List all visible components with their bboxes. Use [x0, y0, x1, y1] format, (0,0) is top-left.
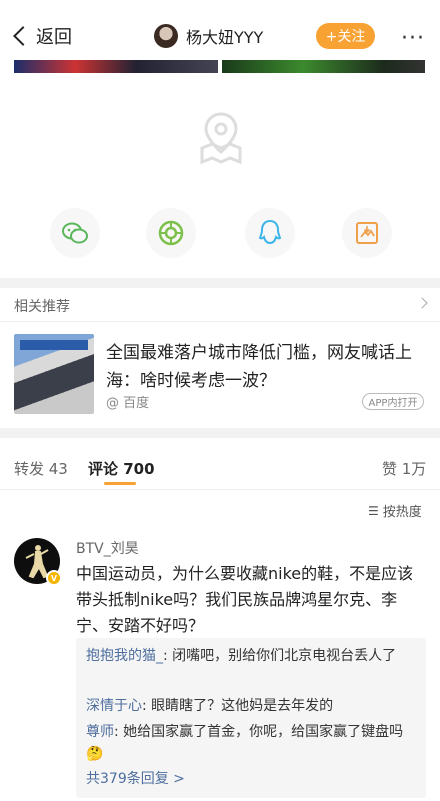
profile-header[interactable]: 杨大妞YYY [154, 22, 263, 50]
comment-text: 中国运动员，为什么要收藏nike的鞋，不是应该带头抵制nike吗？我们民族品牌鸿… [76, 564, 414, 635]
recommend-thumbnail[interactable] [14, 334, 94, 414]
reply-item[interactable]: 深情于心: 眼睛瞎了？这他妈是去年发的 [86, 695, 416, 717]
reply-text: : 眼睛瞎了？这他妈是去年发的 [142, 698, 334, 714]
sort-label: 按热度 [382, 505, 422, 520]
tab-comment[interactable]: 评论 700 [88, 458, 155, 479]
qq-icon [258, 219, 282, 245]
wechat-icon [62, 222, 88, 244]
wechat-share-button[interactable] [50, 208, 100, 258]
reply-item[interactable]: 尊师: 她给国家赢了首金，你呢，给国家赢了键盘吗 🤔 [86, 721, 416, 765]
moments-share-button[interactable] [146, 208, 196, 258]
username: 杨大妞YYY [186, 28, 264, 47]
post-image-1[interactable] [14, 60, 218, 73]
reply-box[interactable]: 抱抱我的猫_: 闭嘴吧，别给你们北京电视台丢人了 深情于心: 眼睛瞎了？这他妈是… [76, 638, 426, 798]
recommend-headline[interactable]: 全国最难落户城市降低门槛，网友喊话上海：啥时候考虑一波？ [106, 339, 426, 395]
recommend-title: 相关推荐 [14, 299, 70, 315]
post-image-2[interactable] [222, 60, 425, 73]
thinking-emoji-icon: 🤔 [86, 746, 104, 762]
divider [0, 489, 440, 490]
reply-item[interactable]: 抱抱我的猫_: 闭嘴吧，别给你们北京电视台丢人了 [86, 645, 416, 667]
active-tab-indicator [104, 482, 136, 485]
thumbnail-banner [20, 340, 88, 350]
comment-author[interactable]: BTV_刘昊 [76, 538, 139, 558]
recommend-source: @ 百度 [106, 396, 150, 411]
qq-share-button[interactable] [245, 208, 295, 258]
follow-button[interactable]: +关注 [316, 23, 375, 49]
reply-user[interactable]: 深情于心 [86, 698, 142, 714]
avatar[interactable] [154, 24, 178, 48]
save-image-button[interactable] [342, 208, 392, 258]
reply-text: : 她给国家赢了首金，你呢，给国家赢了键盘吗 [114, 724, 404, 740]
reply-text: : 闭嘴吧，别给你们北京电视台丢人了 [163, 648, 397, 664]
divider [0, 428, 440, 438]
back-label: 返回 [36, 27, 72, 48]
sort-icon: ☰ [368, 503, 379, 518]
sort-button[interactable]: ☰ 按热度 [368, 501, 422, 521]
verified-badge-icon: V [46, 570, 62, 586]
divider [0, 321, 440, 322]
location-icon [200, 112, 242, 165]
chevron-left-icon [13, 26, 33, 46]
back-button[interactable]: 返回 [10, 22, 72, 50]
share-row [0, 208, 440, 262]
tab-repost[interactable]: 转发 43 [14, 458, 68, 479]
reply-user[interactable]: 抱抱我的猫_ [86, 648, 163, 664]
save-image-icon [356, 222, 378, 244]
open-in-app-badge[interactable]: APP内打开 [362, 393, 424, 410]
more-options-icon[interactable]: ··· [401, 26, 425, 51]
view-all-replies-link[interactable]: 共379条回复 > [86, 768, 185, 788]
chevron-right-icon[interactable] [416, 297, 428, 309]
reply-user[interactable]: 尊师 [86, 724, 114, 740]
tab-like[interactable]: 赞 1万 [382, 458, 426, 479]
divider [0, 278, 440, 288]
moments-icon [158, 220, 184, 246]
